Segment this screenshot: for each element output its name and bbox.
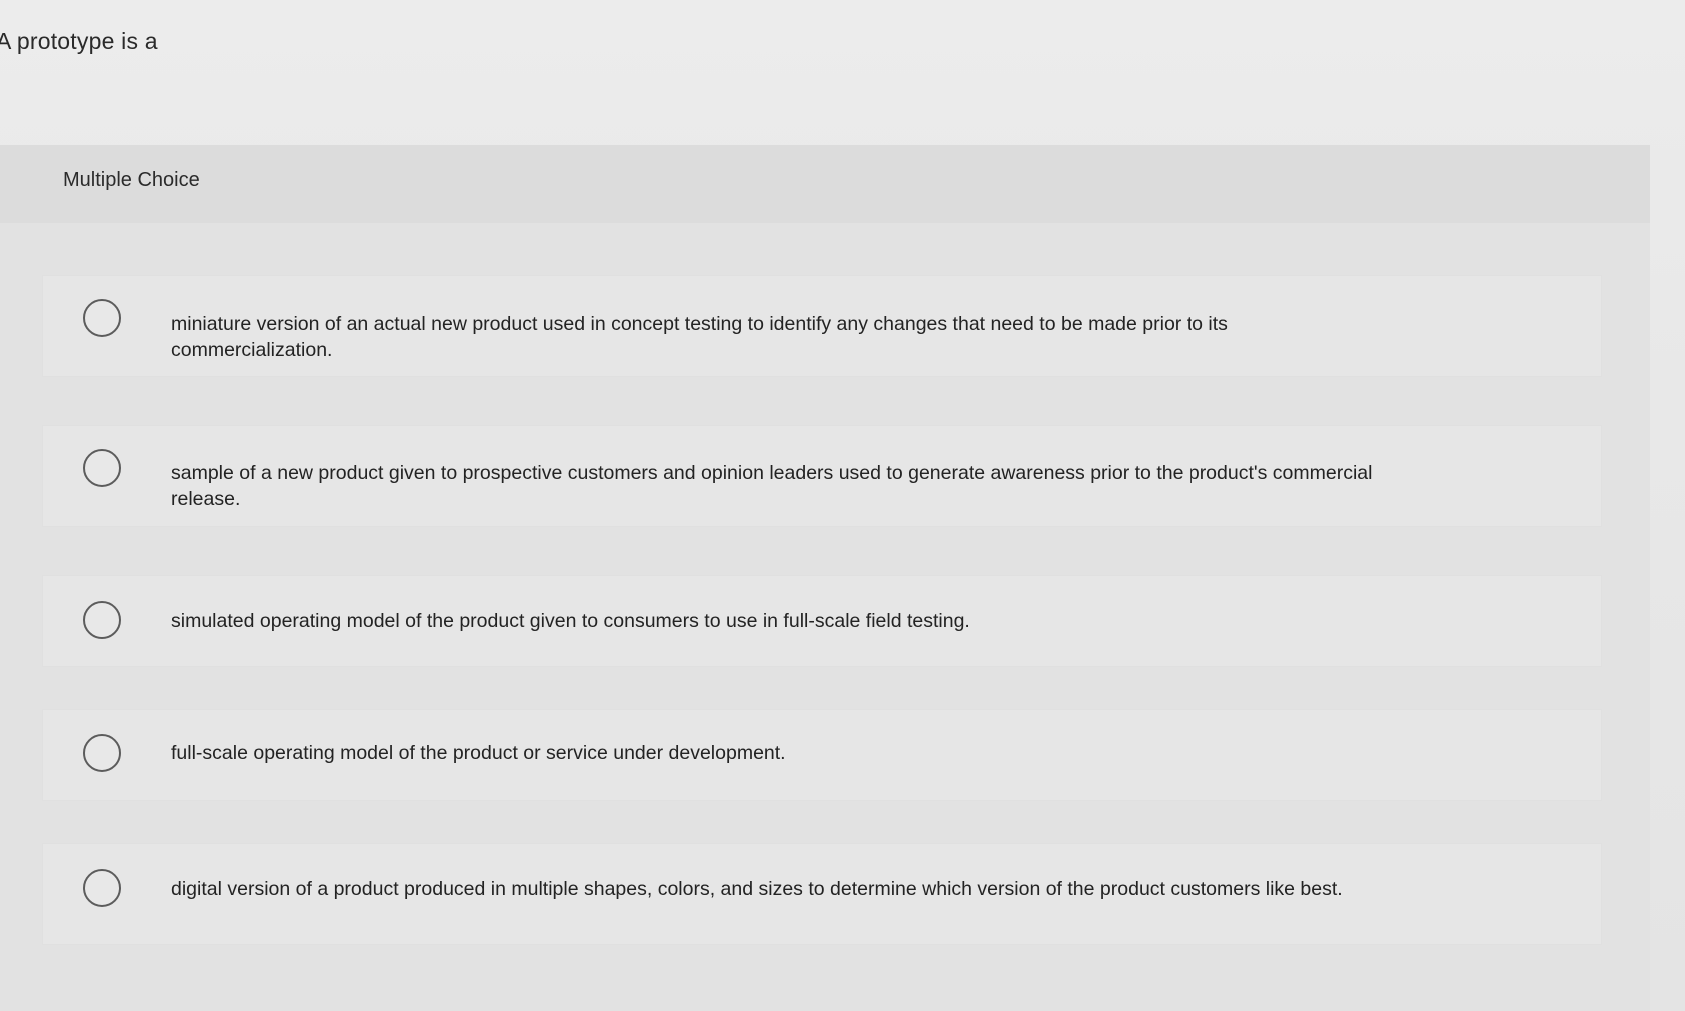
radio-unchecked-icon[interactable] <box>83 299 121 337</box>
radio-unchecked-icon[interactable] <box>83 869 121 907</box>
question-type-label: Multiple Choice <box>63 169 200 191</box>
question-text: A prototype is a <box>0 28 158 54</box>
answer-options: miniature version of an actual new produ… <box>42 275 1602 945</box>
answer-option-5[interactable]: digital version of a product produced in… <box>42 843 1602 945</box>
radio-unchecked-icon[interactable] <box>83 449 121 487</box>
answer-option-4[interactable]: full-scale operating model of the produc… <box>42 709 1602 801</box>
radio-unchecked-icon[interactable] <box>83 734 121 772</box>
answer-option-1[interactable]: miniature version of an actual new produ… <box>42 275 1602 377</box>
answer-option-label: full-scale operating model of the produc… <box>171 742 786 764</box>
question-type-header: Multiple Choice <box>0 145 1650 223</box>
answer-option-2[interactable]: sample of a new product given to prospec… <box>42 425 1602 527</box>
answer-option-label: miniature version of an actual new produ… <box>171 313 1228 361</box>
answer-option-label: simulated operating model of the product… <box>171 610 970 632</box>
answer-option-3[interactable]: simulated operating model of the product… <box>42 575 1602 667</box>
question-page: A prototype is a Multiple Choice miniatu… <box>0 0 1685 1011</box>
radio-unchecked-icon[interactable] <box>83 601 121 639</box>
answer-option-label: digital version of a product produced in… <box>171 878 1343 900</box>
answer-option-label: sample of a new product given to prospec… <box>171 462 1373 510</box>
